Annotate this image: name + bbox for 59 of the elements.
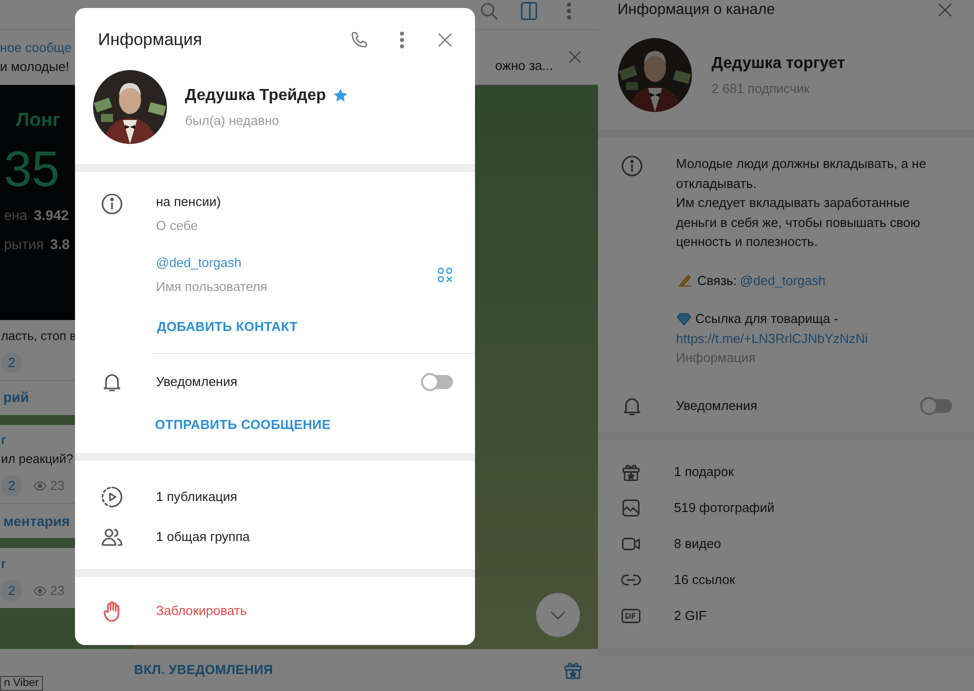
gem-icon xyxy=(676,310,692,327)
panel-title: Информация о канале xyxy=(618,0,775,20)
photo-icon xyxy=(620,496,642,518)
play-circle-icon xyxy=(100,485,124,509)
percent-value: 35 xyxy=(4,142,61,196)
pinned-text: ожно за... xyxy=(495,57,553,76)
about-label: О себе xyxy=(156,216,199,235)
channel-description: Молодые люди должны вкладывать, а не откладывать. Им следует вкладывать заработанные деньги в себя же, чтобы повышать свою ценность и полезность. xyxy=(676,155,928,251)
block-button[interactable]: Заблокировать xyxy=(156,601,247,621)
info-icon xyxy=(100,192,124,216)
media-count-item[interactable]: 2 GIF xyxy=(674,606,707,626)
share-label: Ссылка для товарища - xyxy=(695,310,838,328)
dialog-title: Информация xyxy=(98,29,204,52)
send-message-button[interactable]: ОТПРАВИТЬ СООБЩЕНИЕ xyxy=(154,414,332,435)
reaction-chip[interactable]: 2 xyxy=(1,475,22,497)
contact-link[interactable]: @ded_torgash xyxy=(740,270,826,290)
signal-label: Лонг xyxy=(15,109,62,133)
username-label: Имя пользователя xyxy=(156,278,268,296)
notifications-button[interactable]: ВКЛ. УВЕДОМЛЕНИЯ xyxy=(133,659,274,681)
views-icon xyxy=(32,479,47,493)
notifications-toggle[interactable] xyxy=(422,374,453,388)
media-count-item[interactable]: 16 ссылок xyxy=(674,570,736,590)
add-contact-button[interactable]: ДОБАВИТЬ КОНТАКТ xyxy=(156,316,299,338)
about-text: на пенсии) xyxy=(156,193,222,212)
price-value: 3.942 xyxy=(34,206,69,224)
last-seen-status: был(а) недавно xyxy=(185,112,280,130)
search-icon[interactable] xyxy=(478,0,500,22)
star-icon xyxy=(332,87,350,104)
pinned-text: и молодые! xyxy=(0,58,70,76)
contact-label: Связь: xyxy=(697,272,737,290)
info-item[interactable]: 1 общая группа xyxy=(156,527,250,547)
notifications-toggle[interactable] xyxy=(921,398,952,412)
channel-name: Дедушка торгует xyxy=(712,54,845,74)
user-name: Дедушка Трейдер xyxy=(185,86,326,106)
phone-icon[interactable] xyxy=(349,30,369,50)
scroll-down-button[interactable] xyxy=(536,593,580,637)
info-item[interactable]: 1 публикация xyxy=(156,487,238,507)
close-icon[interactable] xyxy=(566,48,584,66)
reaction-chip[interactable]: 2 xyxy=(1,580,22,602)
views-icon xyxy=(32,584,47,598)
invite-link[interactable]: https://t.me/+LN3RrlCJNbYzNzNi xyxy=(676,328,954,348)
price-value: 3.8 xyxy=(50,234,70,254)
username[interactable]: @ded_torgash xyxy=(156,253,435,273)
tooltip: n Viber xyxy=(0,676,43,691)
reaction-chip[interactable]: 2 xyxy=(1,352,22,374)
info-icon xyxy=(620,154,644,178)
media-count-item[interactable]: 519 фотографий xyxy=(674,498,774,518)
author-name: г xyxy=(1,432,8,450)
author-name: г xyxy=(1,556,8,573)
pinned-title: ное сообще xyxy=(0,38,72,57)
qr-code-icon[interactable] xyxy=(435,264,455,285)
media-count-item[interactable]: 1 подарок xyxy=(674,462,734,482)
message-text: ил реакций? xyxy=(1,451,74,468)
notifications-label: Уведомления xyxy=(676,396,758,415)
price-label: рытия xyxy=(4,234,44,254)
sidebar-icon[interactable] xyxy=(518,0,540,22)
media-count-item[interactable]: 8 видео xyxy=(674,534,722,554)
price-label: ена xyxy=(4,206,28,224)
notifications-label: Уведомления xyxy=(156,372,238,391)
